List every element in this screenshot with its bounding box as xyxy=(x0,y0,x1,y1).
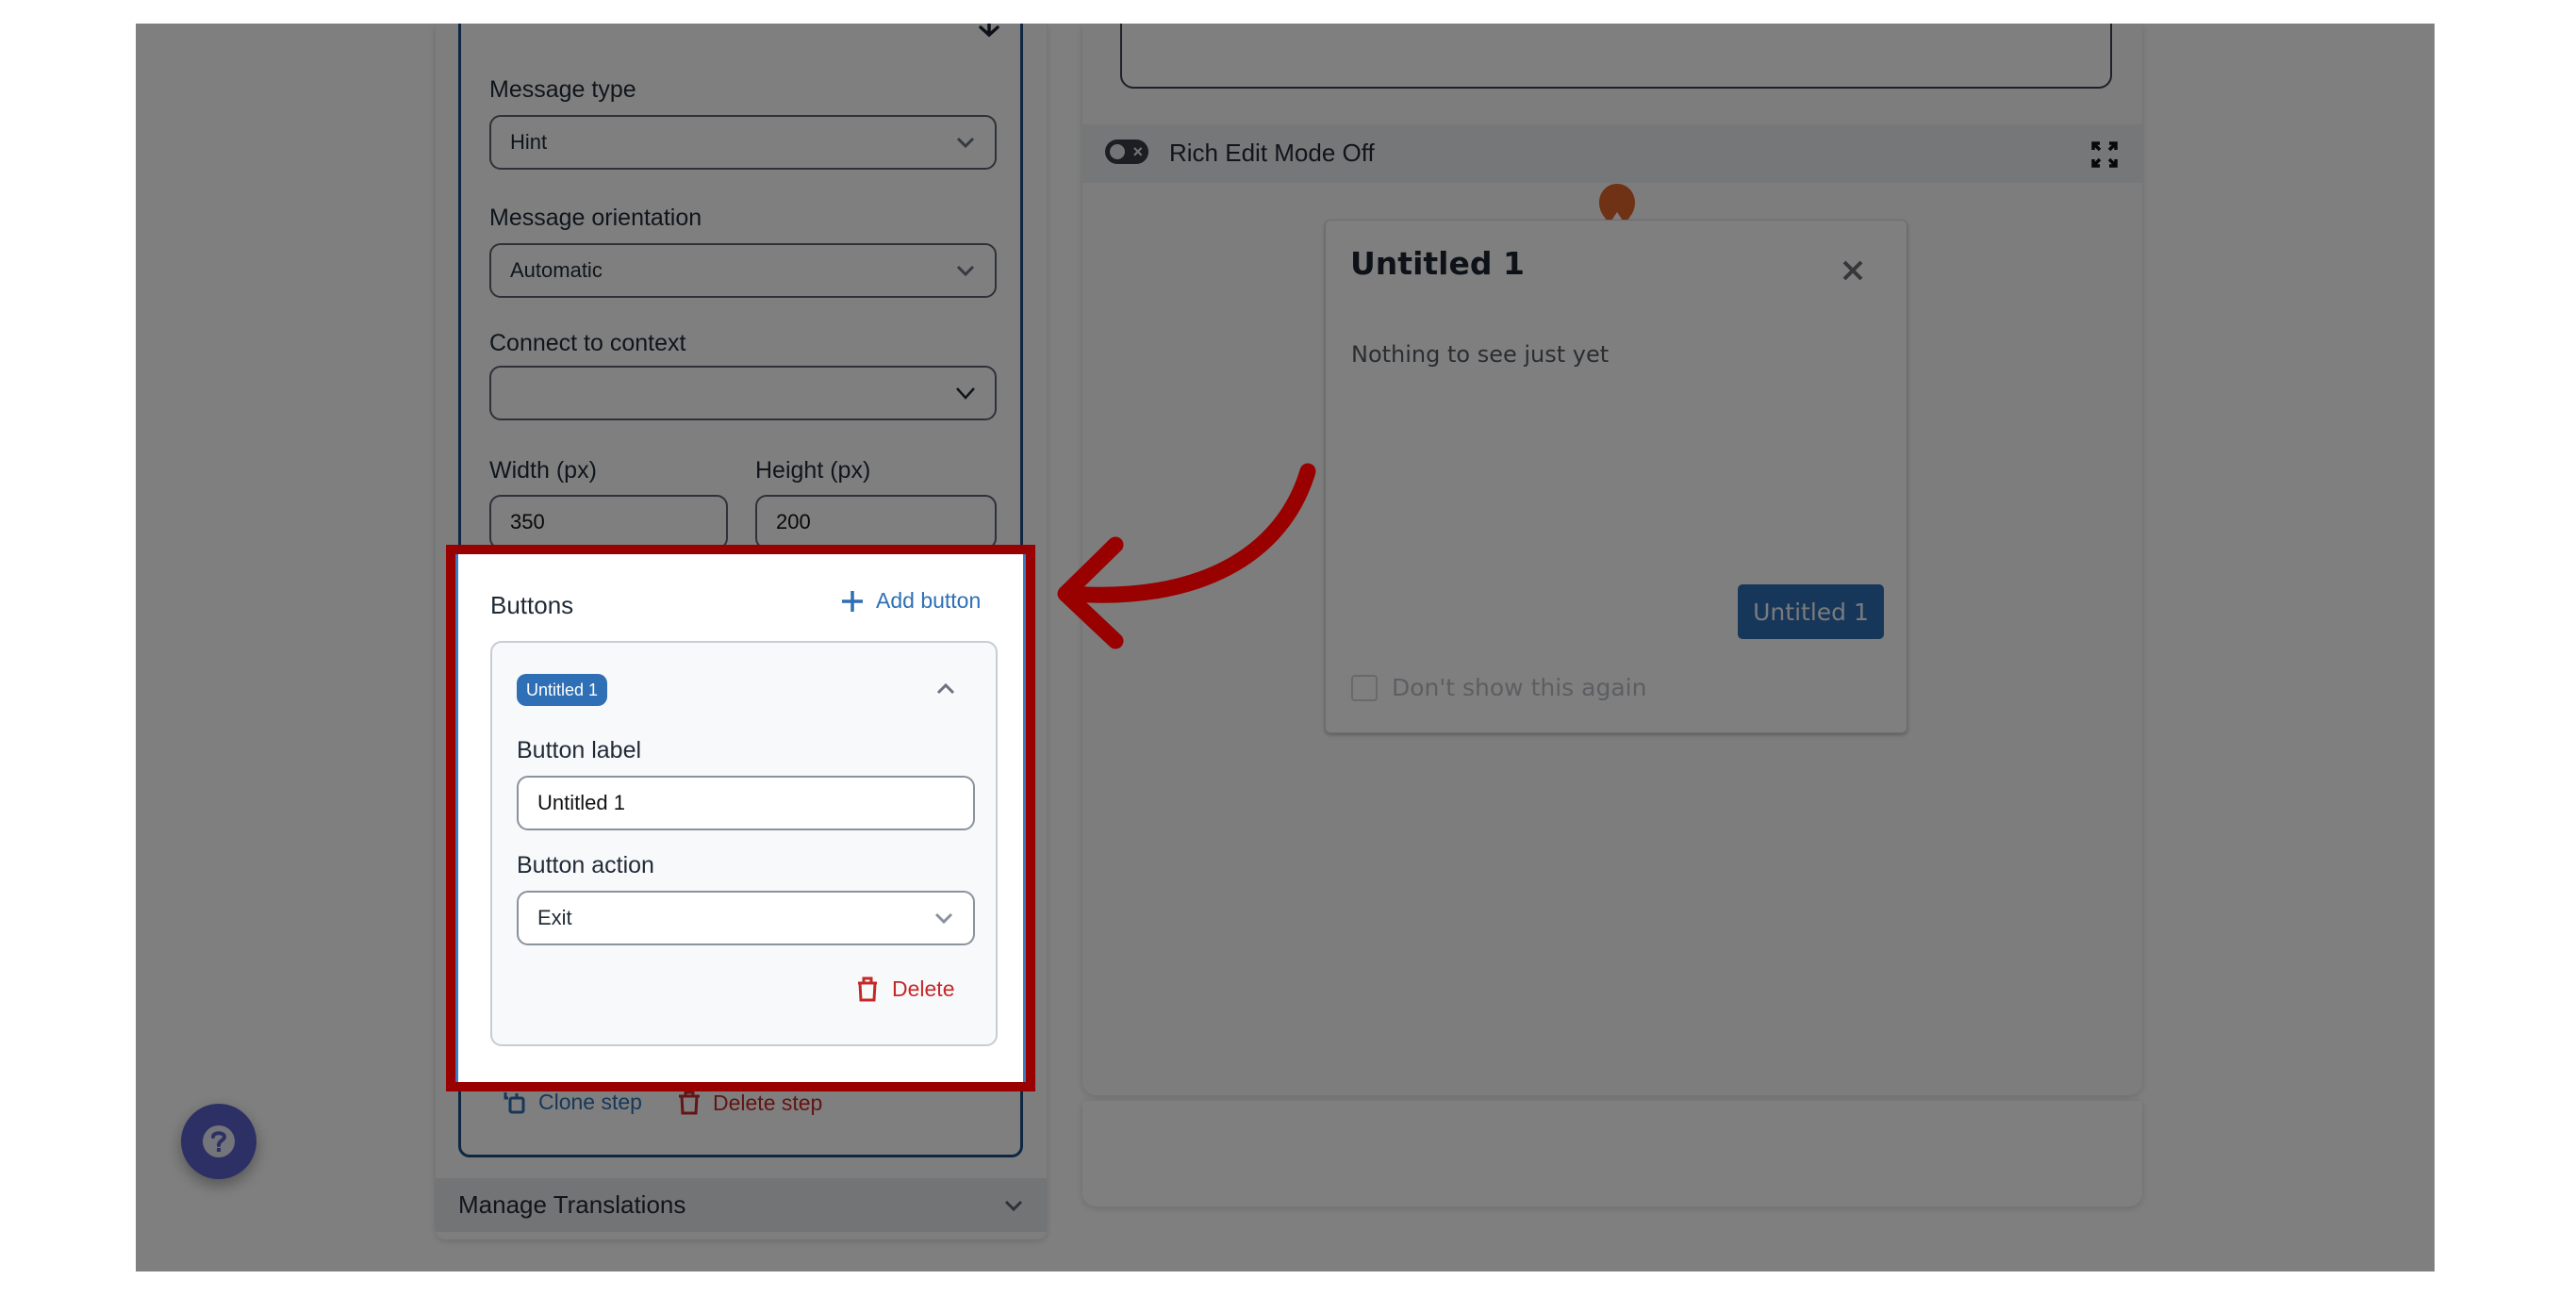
chevron-down-icon xyxy=(956,137,975,149)
height-input[interactable]: 200 xyxy=(755,495,997,550)
content-textarea[interactable] xyxy=(1120,24,2112,89)
clone-step-label: Clone step xyxy=(538,1090,642,1114)
button-action-value: Exit xyxy=(537,906,572,929)
buttons-section: Buttons Add button Untitled 1 Button lab… xyxy=(455,554,1026,1082)
rich-edit-toggle[interactable]: × xyxy=(1105,139,1148,164)
hint-preview-card: Untitled 1 Nothing to see just yet Untit… xyxy=(1325,220,1907,733)
copy-icon xyxy=(504,1091,525,1113)
button-action-select[interactable]: Exit xyxy=(517,891,975,945)
highlight-box: Buttons Add button Untitled 1 Button lab… xyxy=(446,545,1035,1091)
clone-step-button[interactable]: Clone step xyxy=(503,1090,642,1115)
plus-icon xyxy=(842,590,863,612)
delete-step-label: Delete step xyxy=(713,1090,823,1115)
hint-action-button[interactable]: Untitled 1 xyxy=(1738,584,1884,639)
add-button[interactable]: Add button xyxy=(840,588,981,614)
button-label-input[interactable]: Untitled 1 xyxy=(517,776,975,830)
toggle-off-icon: × xyxy=(1132,142,1143,161)
close-icon[interactable] xyxy=(1841,258,1865,283)
delete-step-button[interactable]: Delete step xyxy=(677,1090,822,1116)
message-orientation-select[interactable]: Automatic xyxy=(489,243,997,298)
trash-icon xyxy=(679,1091,700,1115)
dont-show-label: Don't show this again xyxy=(1392,674,1647,701)
height-label: Height (px) xyxy=(755,457,871,484)
width-input[interactable]: 350 xyxy=(489,495,728,550)
chevron-down-icon xyxy=(1004,1200,1023,1212)
preview-toolbar: × Rich Edit Mode Off xyxy=(1082,124,2142,183)
expand-icon[interactable] xyxy=(2091,141,2118,168)
button-action-label: Button action xyxy=(517,852,654,878)
connect-to-context-select[interactable] xyxy=(489,366,997,420)
hint-body: Nothing to see just yet xyxy=(1351,341,1610,368)
chevron-down-icon xyxy=(956,265,975,277)
question-circle-icon xyxy=(203,1125,235,1157)
chevron-up-icon[interactable] xyxy=(935,682,956,696)
buttons-section-title: Buttons xyxy=(490,591,574,619)
chevron-down-icon xyxy=(956,387,975,400)
trash-icon xyxy=(858,976,877,1002)
dont-show-checkbox[interactable] xyxy=(1351,675,1378,701)
message-type-value: Hint xyxy=(510,130,548,154)
toggle-knob xyxy=(1110,144,1125,159)
button-item-card: Untitled 1 Button label Untitled 1 Butto… xyxy=(490,641,998,1046)
message-type-label: Message type xyxy=(489,76,636,103)
manage-translations-accordion[interactable]: Manage Translations xyxy=(436,1178,1047,1232)
connect-to-context-label: Connect to context xyxy=(489,330,686,356)
help-button[interactable] xyxy=(181,1104,256,1179)
width-label: Width (px) xyxy=(489,457,597,484)
button-item-badge: Untitled 1 xyxy=(517,674,608,706)
message-type-select[interactable]: Hint xyxy=(489,115,997,170)
delete-label: Delete xyxy=(892,976,955,1001)
add-button-label: Add button xyxy=(876,588,982,613)
preview-footer-card xyxy=(1082,1101,2142,1206)
rich-edit-label: Rich Edit Mode Off xyxy=(1169,139,1375,167)
message-orientation-label: Message orientation xyxy=(489,205,702,231)
message-orientation-value: Automatic xyxy=(510,258,603,282)
manage-translations-label: Manage Translations xyxy=(458,1190,686,1219)
hint-title: Untitled 1 xyxy=(1350,245,1525,282)
arrow-down-icon[interactable] xyxy=(975,24,1003,39)
delete-button-item[interactable]: Delete xyxy=(856,976,954,1002)
button-label-label: Button label xyxy=(517,737,642,763)
chevron-down-icon xyxy=(934,912,953,925)
